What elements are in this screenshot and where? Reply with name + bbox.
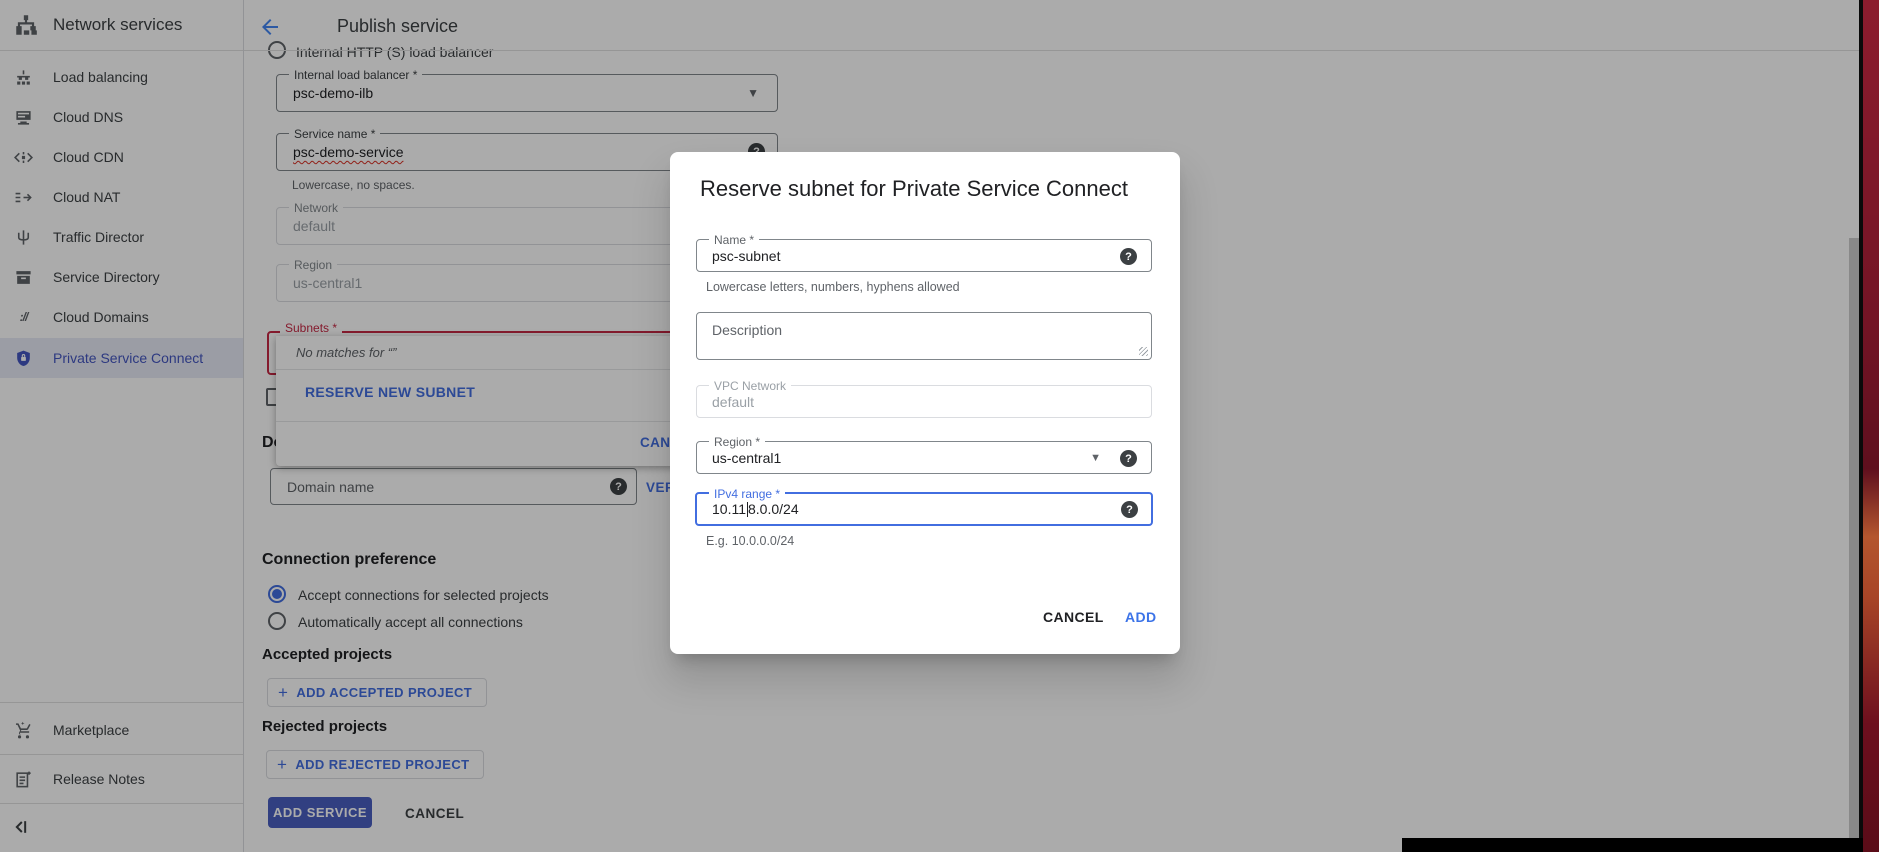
subnet-name-help-icon[interactable]: ? [1120, 248, 1137, 265]
subnet-name-label: Name * [709, 233, 759, 247]
app-window: Network services Load balancing Cloud DN… [0, 0, 1879, 852]
ipv4-range-label: IPv4 range * [709, 487, 785, 501]
vpc-network-field: VPC Network default [696, 385, 1152, 418]
textarea-resize-grip[interactable] [1139, 347, 1148, 356]
vpc-network-label: VPC Network [709, 379, 791, 393]
subnet-region-help-icon[interactable]: ? [1120, 450, 1137, 467]
description-textarea[interactable]: Description [696, 312, 1152, 360]
subnet-region-select[interactable]: Region * us-central1 ▼ ? [696, 441, 1152, 474]
ipv4-range-help-icon[interactable]: ? [1121, 501, 1138, 518]
chevron-down-icon: ▼ [1090, 452, 1101, 464]
taskbar-strip [1402, 838, 1863, 852]
dialog-cancel-button[interactable]: CANCEL [1043, 609, 1104, 625]
ipv4-range-input[interactable]: IPv4 range * 10.118.0.0/24 ? [695, 492, 1153, 526]
subnet-name-value: psc-subnet [712, 248, 780, 264]
reserve-subnet-dialog: Reserve subnet for Private Service Conne… [670, 152, 1180, 654]
subnet-name-helper: Lowercase letters, numbers, hyphens allo… [706, 280, 960, 294]
ipv4-range-helper: E.g. 10.0.0.0/24 [706, 534, 794, 548]
desktop-background-strip [1863, 0, 1879, 852]
subnet-name-input[interactable]: Name * psc-subnet ? [696, 239, 1152, 272]
ipv4-range-value: 10.118.0.0/24 [712, 501, 799, 517]
dialog-add-button[interactable]: ADD [1125, 609, 1157, 625]
dialog-title: Reserve subnet for Private Service Conne… [700, 176, 1128, 202]
subnet-region-value: us-central1 [712, 450, 781, 466]
description-placeholder: Description [712, 322, 782, 338]
subnet-region-label: Region * [709, 435, 765, 449]
vpc-network-value: default [712, 394, 754, 410]
